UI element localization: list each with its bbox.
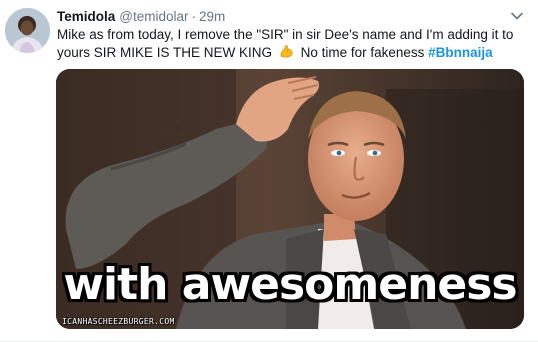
tweet-text: Mike as from today, I remove the "SIR" i…	[57, 26, 527, 61]
avatar[interactable]	[5, 8, 50, 53]
hashtag-link[interactable]: #Bbnnaija	[428, 45, 493, 60]
chevron-down-icon[interactable]	[510, 9, 524, 23]
meme-caption: with awesomeness	[63, 259, 517, 310]
display-name[interactable]: Temidola	[57, 9, 115, 24]
separator-dot: ·	[191, 9, 197, 24]
tweet-header: Temidola @temidolar · 29m	[57, 8, 225, 25]
tweet[interactable]: Temidola @temidolar · 29m Mike as from toda…	[0, 0, 538, 342]
tweet-text-after-emoji: No time for fakeness	[300, 44, 425, 60]
user-handle[interactable]: @temidolar	[119, 9, 188, 24]
flexed-biceps-icon	[280, 44, 293, 57]
meme-watermark: ICANHASCHEEZBURGER.COM	[62, 317, 175, 326]
tweet-media-image[interactable]: with awesomeness ICANHASCHEEZBURGER.COM	[56, 69, 524, 329]
tweet-timestamp[interactable]: 29m	[199, 9, 225, 24]
